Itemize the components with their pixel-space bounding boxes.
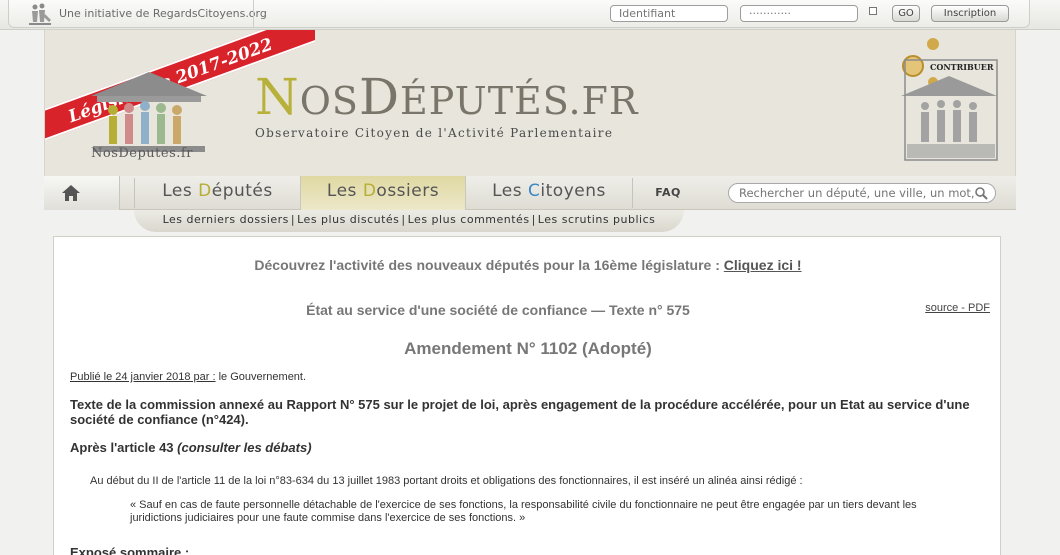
apres-article: Après l'article 43 (consulter les débats… xyxy=(70,440,312,455)
sub-nav: Les derniers dossiers | Les plus discutés |… xyxy=(134,210,684,232)
title-rest-os: OS xyxy=(299,79,359,123)
title-rest-eputes: ÉPUTÉS xyxy=(400,79,569,123)
source-pdf-link[interactable]: source - PDF xyxy=(925,302,990,314)
nav-citoyens[interactable]: Les Citoyens xyxy=(466,176,632,210)
announcement-link[interactable]: Cliquez ici ! xyxy=(724,257,802,273)
title-initial-d: D xyxy=(358,68,401,126)
dispositif-quote: « Sauf en cas de faute personnelle détac… xyxy=(130,499,917,524)
title-rest-fr: .FR xyxy=(568,79,639,123)
search-input[interactable] xyxy=(728,183,996,203)
publication-date-link[interactable]: Publié le 24 janvier 2018 par : xyxy=(70,371,216,383)
main-content: Découvrez l'activité des nouveaux député… xyxy=(53,236,1001,555)
site-header: Législature 2017-2022 NosDeputes.fr NOSD… xyxy=(44,30,1016,176)
top-bar: Une initiative de RegardsCitoyens.org GO… xyxy=(0,0,1060,30)
login-username-input[interactable] xyxy=(610,5,728,22)
amendement-title: Amendement N° 1102 (Adopté) xyxy=(404,339,652,358)
publication-info: Publié le 24 janvier 2018 par : le Gouve… xyxy=(70,371,307,383)
login-password-input[interactable] xyxy=(740,5,858,22)
subnav-plus-discutes[interactable]: Les plus discutés xyxy=(297,213,399,226)
contribuer-label: CONTRIBUER xyxy=(930,62,994,72)
subnav-derniers-dossiers[interactable]: Les derniers dossiers xyxy=(163,213,289,226)
expose-sommaire-heading: Exposé sommaire : xyxy=(70,545,190,555)
title-initial-n: N xyxy=(255,68,300,126)
texte-commission: Texte de la commission annexé au Rapport… xyxy=(70,397,970,427)
subnav-scrutins-publics[interactable]: Les scrutins publics xyxy=(538,213,656,226)
contribuer-icon[interactable] xyxy=(899,36,1001,162)
regards-citoyens-logo-icon[interactable] xyxy=(27,2,53,26)
consulter-debats-link[interactable]: (consulter les débats) xyxy=(177,440,311,455)
subnav-separator: | xyxy=(531,213,536,226)
search-icon[interactable] xyxy=(974,186,988,200)
subnav-separator: | xyxy=(401,213,406,226)
top-bar-divider xyxy=(253,0,254,28)
nav-dossiers[interactable]: Les Dossiers xyxy=(300,176,466,210)
dispositif-text: Au début du II de l'article 11 de la loi… xyxy=(90,475,803,487)
site-title[interactable]: NOSDÉPUTÉS.FR xyxy=(255,68,639,126)
document-title[interactable]: État au service d'une société de confian… xyxy=(54,302,942,318)
home-icon xyxy=(62,185,80,201)
site-subtitle: Observatoire Citoyen de l'Activité Parle… xyxy=(255,126,614,140)
announcement: Découvrez l'activité des nouveaux député… xyxy=(254,257,802,273)
logo-caption: NosDeputes.fr xyxy=(91,146,193,161)
home-button[interactable] xyxy=(44,176,120,210)
nav-faq[interactable]: FAQ xyxy=(633,176,703,210)
inscription-button[interactable]: Inscription xyxy=(931,5,1009,22)
subnav-plus-commentes[interactable]: Les plus commentés xyxy=(408,213,530,226)
main-nav: Les Députés Les Dossiers Les Citoyens FA… xyxy=(44,176,1016,232)
nav-deputes[interactable]: Les Députés xyxy=(135,176,300,210)
subnav-separator: | xyxy=(290,213,296,226)
initiative-link[interactable]: Une initiative de RegardsCitoyens.org xyxy=(59,7,267,20)
login-go-button[interactable]: GO xyxy=(892,5,920,22)
remember-me-checkbox[interactable] xyxy=(869,7,877,15)
